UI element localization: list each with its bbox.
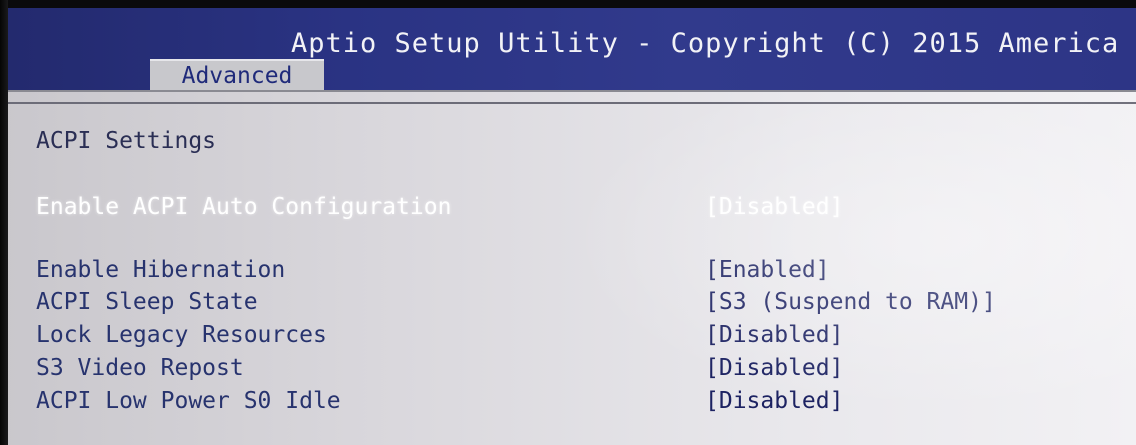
setting-value[interactable]: [S3 (Suspend to RAM)] — [705, 287, 996, 317]
setting-row-lock-legacy-resources[interactable]: Lock Legacy Resources [Disabled] — [36, 320, 1096, 350]
setting-label: ACPI Sleep State — [36, 289, 258, 315]
bios-screen: Aptio Setup Utility - Copyright (C) 2015… — [0, 0, 1136, 445]
setting-row-acpi-sleep-state[interactable]: ACPI Sleep State [S3 (Suspend to RAM)] — [36, 287, 1096, 317]
setting-value[interactable]: [Disabled] — [705, 353, 843, 383]
monitor-bezel-top — [0, 0, 1136, 8]
setting-value[interactable]: [Disabled] — [705, 386, 843, 416]
setting-label: ACPI Low Power S0 Idle — [36, 388, 341, 414]
content-separator — [8, 102, 1136, 104]
setting-value[interactable]: [Enabled] — [705, 255, 830, 285]
tab-advanced[interactable]: Advanced — [150, 59, 324, 92]
setting-row-enable-acpi-auto-configuration[interactable]: Enable ACPI Auto Configuration [Disabled… — [36, 192, 1096, 222]
setting-row-enable-hibernation[interactable]: Enable Hibernation [Enabled] — [36, 255, 1096, 285]
setting-value[interactable]: [Disabled] — [705, 192, 843, 222]
setting-label: S3 Video Repost — [36, 355, 244, 381]
setting-value[interactable]: [Disabled] — [705, 320, 843, 350]
setting-row-acpi-low-power-s0-idle[interactable]: ACPI Low Power S0 Idle [Disabled] — [36, 386, 1096, 416]
setting-label: Lock Legacy Resources — [36, 322, 327, 348]
section-title: ACPI Settings — [36, 128, 217, 154]
setting-row-s3-video-repost[interactable]: S3 Video Repost [Disabled] — [36, 353, 1096, 383]
header-rule — [8, 90, 1136, 92]
setting-label: Enable Hibernation — [36, 257, 286, 283]
monitor-bezel-left — [0, 0, 8, 445]
header-title: Aptio Setup Utility - Copyright (C) 2015… — [291, 28, 1120, 59]
setting-label: Enable ACPI Auto Configuration — [36, 194, 452, 220]
